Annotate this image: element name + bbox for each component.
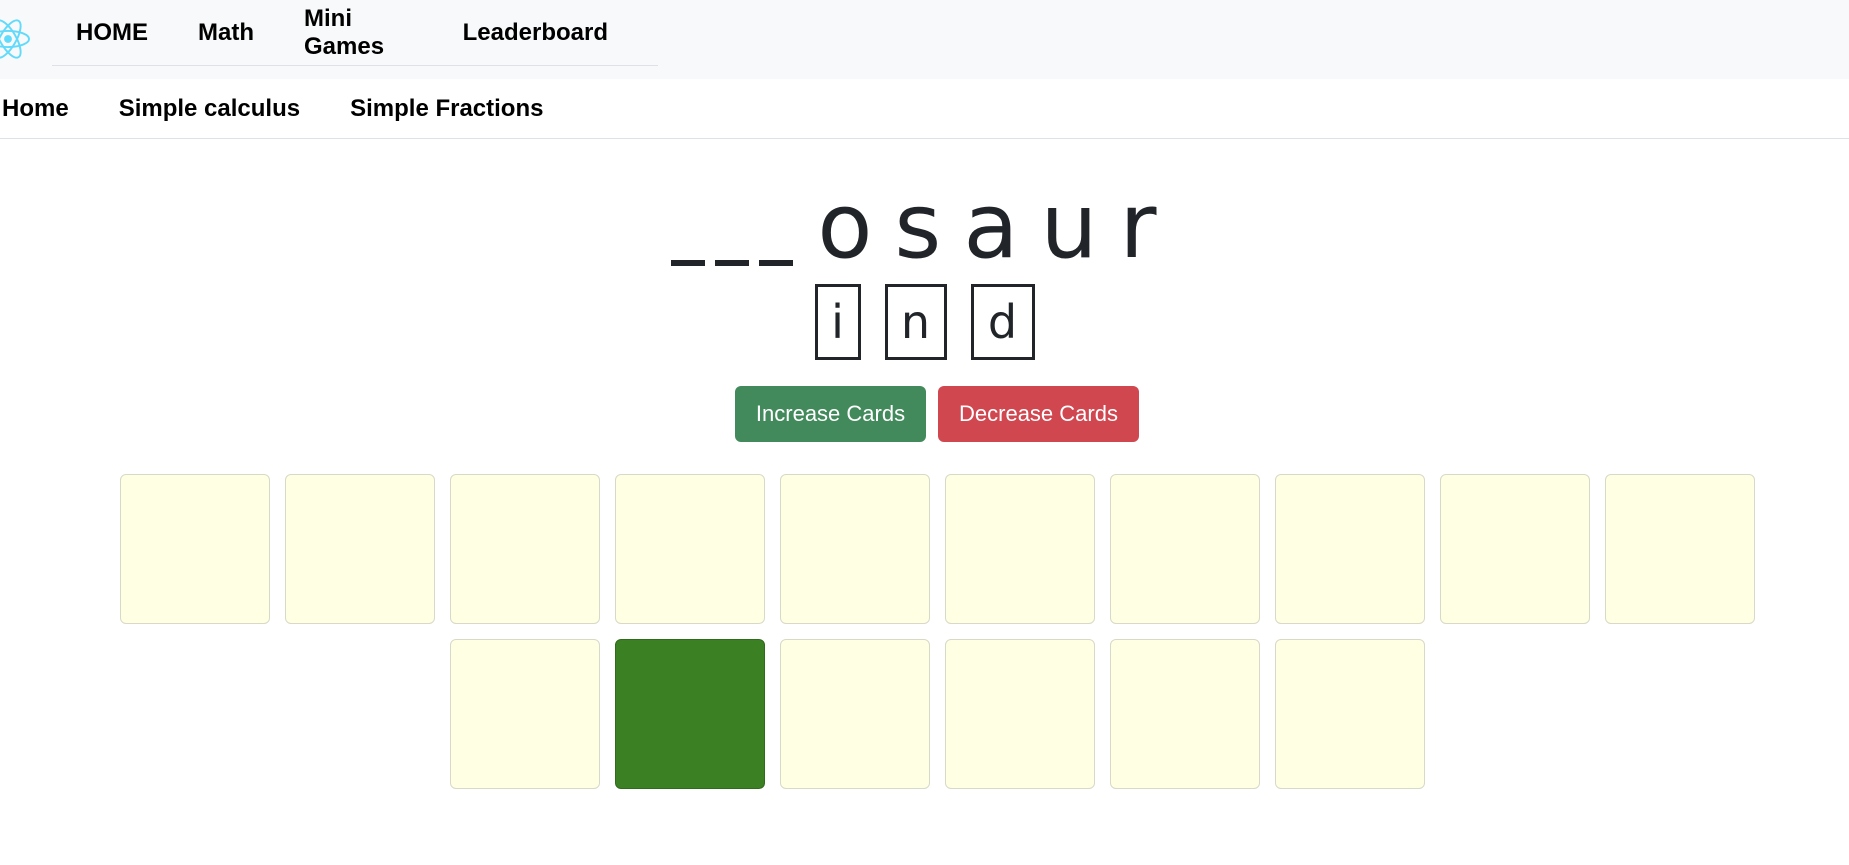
- memory-card[interactable]: [615, 474, 765, 624]
- word-known-letters: osaur: [817, 174, 1157, 279]
- nav-item-math[interactable]: Math: [198, 19, 254, 47]
- known-letter: a: [963, 174, 1019, 279]
- letter-choices: ind: [0, 284, 1849, 360]
- decrease-cards-button[interactable]: Decrease Cards: [938, 386, 1139, 442]
- top-navbar: HOME Math Mini Games Leaderboard: [0, 0, 1849, 79]
- memory-card[interactable]: [285, 474, 435, 624]
- letter-choice-i[interactable]: i: [814, 284, 861, 360]
- word-blanks: [671, 260, 794, 268]
- memory-card-matched[interactable]: [615, 639, 765, 789]
- letter-choice-n[interactable]: n: [884, 284, 947, 360]
- subnav-item-simple-fractions[interactable]: Simple Fractions: [350, 95, 543, 123]
- letter-choice-d[interactable]: d: [970, 284, 1035, 360]
- letter-blank: [671, 260, 706, 266]
- memory-card[interactable]: [1110, 474, 1260, 624]
- sub-navbar: Home Simple calculus Simple Fractions: [0, 79, 1849, 139]
- nav-item-mini-games[interactable]: Mini Games: [304, 5, 413, 61]
- memory-card[interactable]: [1440, 474, 1590, 624]
- subnav-item-home[interactable]: Home: [2, 95, 69, 123]
- known-letter: r: [1119, 174, 1157, 279]
- nav-item-home[interactable]: HOME: [76, 19, 148, 47]
- top-nav-menu: HOME Math Mini Games Leaderboard: [52, 0, 658, 66]
- word-puzzle: osaur: [0, 168, 1849, 279]
- memory-card[interactable]: [945, 474, 1095, 624]
- memory-card[interactable]: [780, 474, 930, 624]
- known-letter: u: [1040, 174, 1098, 279]
- letter-blank: [759, 260, 794, 266]
- known-letter: o: [817, 174, 873, 279]
- memory-card[interactable]: [780, 639, 930, 789]
- known-letter: s: [894, 174, 942, 279]
- react-logo-icon[interactable]: [0, 17, 30, 61]
- memory-card[interactable]: [1275, 639, 1425, 789]
- memory-card[interactable]: [450, 474, 600, 624]
- memory-card[interactable]: [120, 474, 270, 624]
- increase-cards-button[interactable]: Increase Cards: [735, 386, 926, 442]
- memory-card[interactable]: [450, 639, 600, 789]
- memory-card[interactable]: [1275, 474, 1425, 624]
- letter-blank: [715, 260, 750, 266]
- memory-card[interactable]: [1605, 474, 1755, 624]
- subnav-item-simple-calculus[interactable]: Simple calculus: [119, 95, 300, 123]
- memory-card[interactable]: [945, 639, 1095, 789]
- card-controls: Increase Cards Decrease Cards: [735, 386, 1139, 442]
- memory-card[interactable]: [1110, 639, 1260, 789]
- nav-item-leaderboard[interactable]: Leaderboard: [463, 19, 608, 47]
